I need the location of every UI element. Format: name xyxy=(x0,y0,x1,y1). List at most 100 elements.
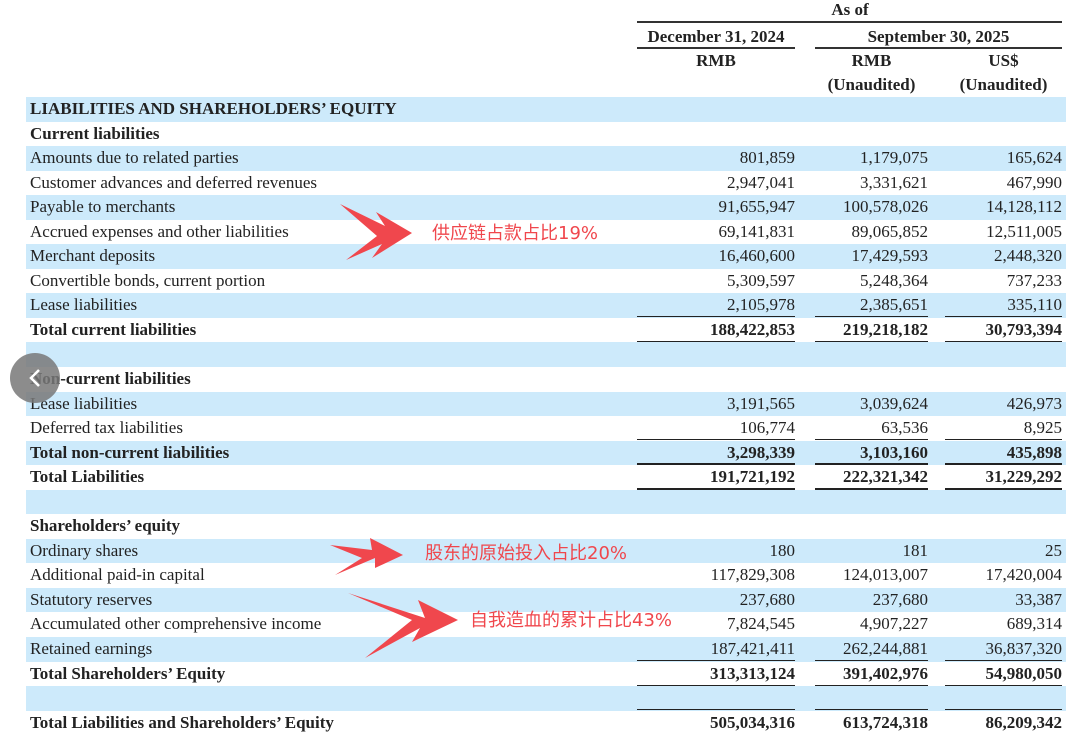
date-col2: September 30, 2025 xyxy=(867,27,1010,46)
cell-col1: 106,774 xyxy=(739,418,795,438)
row-label: Current liabilities xyxy=(30,123,160,143)
cell-col3: 25 xyxy=(1045,540,1062,560)
cell-col2: 5,248,364 xyxy=(860,270,928,290)
back-button[interactable] xyxy=(10,353,60,403)
table-row: Total non-current liabilities 3,298,339 3,… xyxy=(26,438,1066,466)
currency-col2: RMB xyxy=(851,51,892,70)
cell-col3: 17,420,004 xyxy=(985,565,1063,585)
cell-col1: 3,298,339 xyxy=(727,442,795,462)
row-label: Lease liabilities xyxy=(30,295,138,315)
row-label: Total non-current liabilities xyxy=(30,442,230,462)
row-label: Customer advances and deferred revenues xyxy=(30,172,317,192)
balance-sheet-table: LIABILITIES AND SHAREHOLDERS’ EQUITY Curr… xyxy=(26,97,1066,735)
row-label: Additional paid-in capital xyxy=(30,565,205,585)
table-row: Total Liabilities and Shareholders’ Equi… xyxy=(26,708,1066,736)
cell-col3: 426,973 xyxy=(1006,393,1062,413)
cell-col1: 237,680 xyxy=(739,589,795,609)
cell-col2: 222,321,342 xyxy=(843,467,928,487)
row-label: Deferred tax liabilities xyxy=(30,418,183,438)
table-row: Merchant deposits 16,460,600 17,429,593 2,4… xyxy=(26,244,1066,269)
table-row: Shareholders’ equity xyxy=(26,514,1066,539)
cell-col2: 124,013,007 xyxy=(843,565,928,585)
row-label: Shareholders’ equity xyxy=(30,516,181,536)
cell-col1: 2,105,978 xyxy=(727,295,795,315)
cell-col2: 219,218,182 xyxy=(843,319,928,339)
cell-col3: 31,229,292 xyxy=(985,467,1063,487)
row-label: Accrued expenses and other liabilities xyxy=(30,221,289,241)
total-rule xyxy=(815,438,928,441)
cell-col3: 467,990 xyxy=(1006,172,1062,192)
chevron-left-icon xyxy=(29,369,40,387)
total-rule xyxy=(637,708,795,711)
cell-col1: 91,655,947 xyxy=(718,197,796,217)
row-label: Total Shareholders’ Equity xyxy=(30,663,226,683)
cell-col2: 3,039,624 xyxy=(860,393,928,413)
cell-col3: 12,511,005 xyxy=(986,221,1062,241)
cell-col3: 36,837,320 xyxy=(985,639,1063,659)
table-row: Total Shareholders’ Equity 313,313,124 391… xyxy=(26,659,1066,687)
cell-col3: 2,448,320 xyxy=(994,246,1062,266)
cell-col1: 3,191,565 xyxy=(727,393,795,413)
cell-col3: 737,233 xyxy=(1006,270,1062,290)
table-row: Current liabilities xyxy=(26,122,1066,147)
cell-col2: 63,536 xyxy=(881,418,928,438)
date-col1: December 31, 2024 xyxy=(647,27,785,46)
cell-col1: 505,034,316 xyxy=(710,712,795,732)
row-label: Accumulated other comprehensive income xyxy=(30,614,322,634)
total-rule xyxy=(815,463,928,465)
header-rule xyxy=(637,21,1062,23)
cell-col2: 237,680 xyxy=(872,589,928,609)
cell-col2: 89,065,852 xyxy=(851,221,929,241)
date2-rule xyxy=(815,47,1062,49)
cell-col2: 613,724,318 xyxy=(843,712,928,732)
annotation-shareholder-input: 股东的原始投入占比20% xyxy=(425,543,628,564)
as-of-header: As of xyxy=(831,0,869,19)
total-rule xyxy=(637,315,795,318)
cell-col3: 33,387 xyxy=(1015,589,1062,609)
cell-col2: 1,179,075 xyxy=(860,148,928,168)
table-row: Total Liabilities 191,721,192 222,321,342 3… xyxy=(26,463,1066,490)
annotation-self-generated: 自我造血的累计占比43% xyxy=(470,610,673,631)
total-rule xyxy=(945,438,1062,441)
cell-col1: 191,721,192 xyxy=(710,467,795,487)
audit-col3: (Unaudited) xyxy=(959,75,1048,94)
date1-rule xyxy=(637,47,795,49)
row-label: Merchant deposits xyxy=(30,246,156,266)
cell-col3: 689,314 xyxy=(1006,614,1062,634)
table-row: Retained earnings 187,421,411 262,244,881 3… xyxy=(26,637,1066,662)
cell-col2: 3,331,621 xyxy=(860,172,928,192)
table-row: Additional paid-in capital 117,829,308 124… xyxy=(26,563,1066,588)
annotation-supply-chain: 供应链占款占比19% xyxy=(432,223,599,244)
table-row xyxy=(26,342,1066,368)
table-row: Deferred tax liabilities 106,774 63,536 8,9… xyxy=(26,416,1066,441)
cell-col2: 2,385,651 xyxy=(860,295,928,315)
cell-col1: 117,829,308 xyxy=(710,565,795,585)
total-rule xyxy=(637,438,795,441)
cell-col3: 8,925 xyxy=(1023,418,1062,438)
cell-col1: 5,309,597 xyxy=(727,270,795,290)
row-label: Retained earnings xyxy=(30,639,153,659)
total-rule xyxy=(815,315,928,318)
row-label: Statutory reserves xyxy=(30,589,153,609)
table-row xyxy=(26,489,1066,515)
row-label: Total Liabilities and Shareholders’ Equi… xyxy=(30,712,334,732)
currency-col1: RMB xyxy=(696,51,736,70)
total-rule xyxy=(945,463,1062,465)
cell-col3: 165,624 xyxy=(1006,148,1062,168)
cell-col1: 187,421,411 xyxy=(710,639,795,659)
cell-col1: 16,460,600 xyxy=(718,246,796,266)
row-label: Ordinary shares xyxy=(30,540,139,560)
table-row: Lease liabilities 2,105,978 2,385,651 335,1… xyxy=(26,293,1066,318)
audit-col2: (Unaudited) xyxy=(827,75,916,94)
row-label: LIABILITIES AND SHAREHOLDERS’ EQUITY xyxy=(30,99,397,118)
cell-col2: 391,402,976 xyxy=(843,663,928,683)
cell-col3: 30,793,394 xyxy=(985,319,1063,339)
cell-col2: 4,907,227 xyxy=(860,614,928,634)
row-label: Payable to merchants xyxy=(30,197,176,217)
table-row: Non-current liabilities xyxy=(26,367,1066,392)
cell-col3: 86,209,342 xyxy=(985,712,1063,732)
total-rule xyxy=(945,659,1062,662)
cell-col2: 100,578,026 xyxy=(843,197,928,217)
table-row: Convertible bonds, current portion 5,309,… xyxy=(26,269,1066,294)
cell-col3: 14,128,112 xyxy=(986,197,1062,217)
